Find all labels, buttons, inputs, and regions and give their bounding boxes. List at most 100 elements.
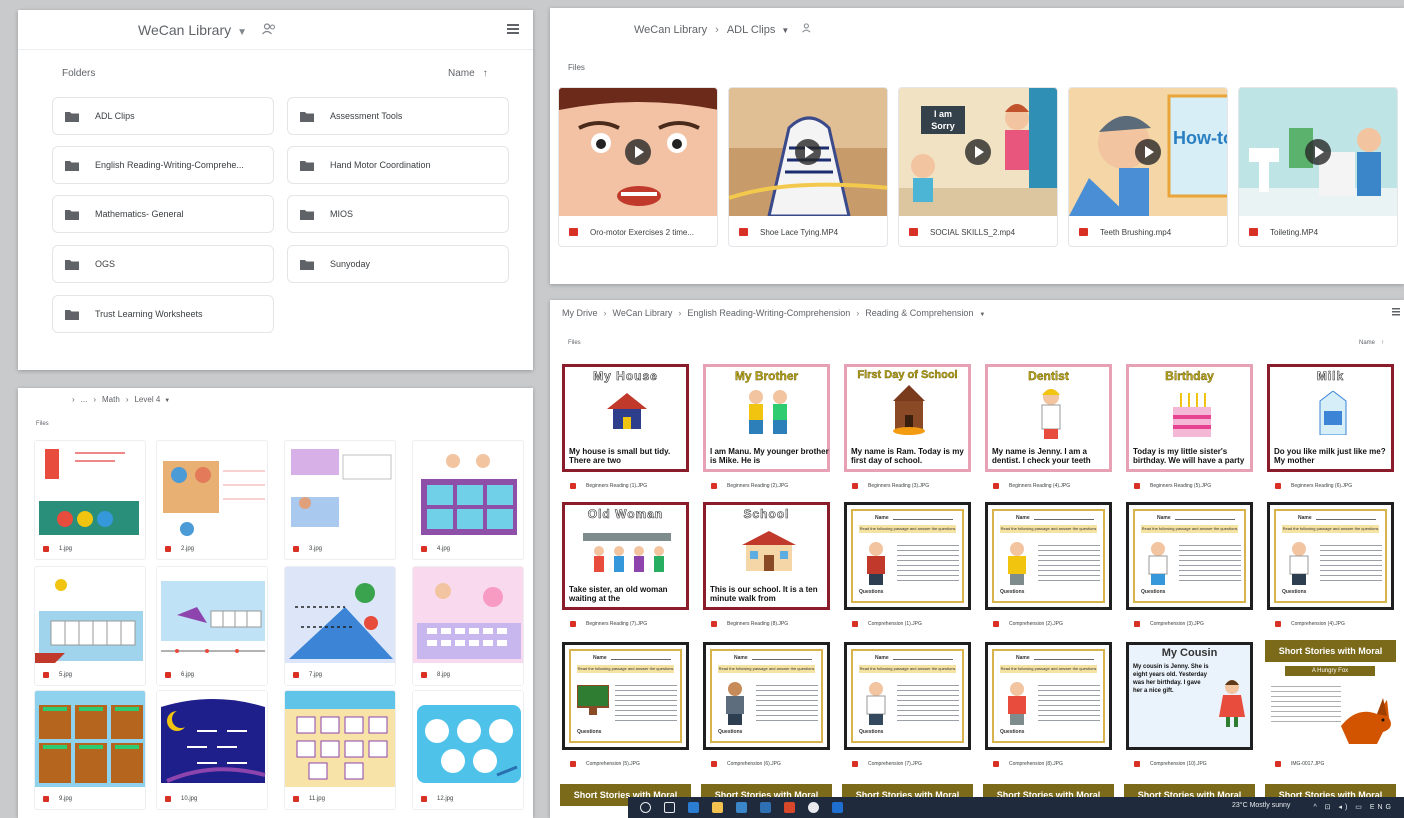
image-file-card[interactable]: Name Read the following passage and answ… [842, 640, 973, 774]
image-file-card[interactable]: Name Read the following passage and answ… [983, 640, 1114, 774]
breadcrumb-item[interactable]: English Reading-Writing-Comprehension [687, 308, 850, 318]
list-view-icon[interactable] [1392, 308, 1400, 316]
image-file-card[interactable]: Dentist My name is Jenny. I am a dentist… [983, 362, 1114, 496]
windows-taskbar: 23°C Mostly sunny ^ ⊡ ◂) ▭ ENG [628, 797, 1404, 818]
chevron-down-icon[interactable]: ▼ [781, 26, 789, 35]
folders-section-label: Folders [62, 68, 96, 79]
image-file-card[interactable]: School This is our school. It is a ten m… [701, 500, 832, 634]
play-icon[interactable] [1135, 139, 1161, 165]
files-section-label: Files [568, 63, 585, 72]
play-icon[interactable] [795, 139, 821, 165]
image-file-card[interactable]: Old Woman Take sister, an old woman wait… [560, 500, 691, 634]
folder-adl-clips[interactable]: ADL Clips [52, 97, 274, 135]
weather-widget[interactable]: 23°C Mostly sunny [1232, 802, 1290, 809]
image-file-card[interactable]: First Day of School My name is Ram. Toda… [842, 362, 973, 496]
image-file-card[interactable]: Birthday Today is my little sister's bir… [1124, 362, 1255, 496]
image-file-card[interactable]: Short Stories with Moral A Hungry Fox IM… [1265, 640, 1396, 774]
image-file-card[interactable]: Name Read the following passage and answ… [1265, 500, 1396, 634]
library-title-dropdown[interactable]: WeCan Library ▼ [138, 22, 247, 38]
store-icon[interactable] [736, 802, 747, 813]
image-file-card[interactable]: Name Read the following passage and answ… [560, 640, 691, 774]
play-icon[interactable] [1305, 139, 1331, 165]
search-icon[interactable] [640, 802, 651, 813]
worksheet-file-card[interactable]: 4.jpg [412, 440, 524, 560]
list-view-icon[interactable] [507, 24, 519, 34]
story-title: Birthday [1165, 369, 1214, 383]
image-file-card[interactable]: Name Read the following passage and answ… [701, 640, 832, 774]
image-file-card[interactable]: Name Read the following passage and answ… [842, 500, 973, 634]
sort-by-name-button[interactable]: Name ↑ [1359, 340, 1384, 346]
sort-by-name-button[interactable]: Name ↑ [448, 68, 488, 79]
breadcrumb-item[interactable]: Reading & Comprehension [865, 308, 973, 318]
mail-icon[interactable] [760, 802, 771, 813]
worksheet-file-card[interactable]: 1.jpg [34, 440, 146, 560]
worksheet-file-card[interactable]: 2.jpg [156, 440, 268, 560]
image-file-card[interactable]: My Brother I am Manu. My younger brother… [701, 362, 832, 496]
breadcrumb-item[interactable]: My Drive [562, 308, 598, 318]
arrow-up-icon: ↑ [482, 68, 488, 79]
character-illustration [726, 682, 744, 725]
breadcrumb-item[interactable]: ... [81, 395, 88, 404]
character-illustration [1008, 682, 1026, 725]
instruction-label: Read the following passage and answer th… [577, 665, 674, 673]
folder-assessment-tools[interactable]: Assessment Tools [287, 97, 509, 135]
video-file-card[interactable]: How-to Bri Teeth Brushing.mp4 [1068, 87, 1228, 247]
chevron-down-icon[interactable]: ▼ [164, 398, 170, 404]
image-file-card[interactable]: My Cousin My cousin is Jenny. She is eig… [1124, 640, 1255, 774]
photoshop-icon[interactable] [832, 802, 843, 813]
chevron-down-icon[interactable]: ▼ [979, 312, 985, 318]
story-title: Milk [1316, 369, 1345, 384]
image-file-card[interactable]: Name Read the following passage and answ… [983, 500, 1114, 634]
image-file-card[interactable]: Milk Do you like milk just like me? My m… [1265, 362, 1396, 496]
task-view-icon[interactable] [664, 802, 675, 813]
worksheet-file-card[interactable]: 12.jpg [412, 690, 524, 810]
worksheet-file-card[interactable]: 7.jpg [284, 566, 396, 686]
file-explorer-icon[interactable] [712, 802, 723, 813]
worksheet-file-card[interactable]: 5.jpg [34, 566, 146, 686]
breadcrumb-item[interactable]: Level 4 [134, 395, 160, 404]
image-file-icon [711, 483, 717, 489]
folder-sunyoday[interactable]: Sunyoday [287, 245, 509, 283]
video-filename: Oro-motor Exercises 2 time... [590, 227, 695, 237]
image-file-card[interactable]: My House My house is small but tidy. The… [560, 362, 691, 496]
edge-browser-icon[interactable] [688, 802, 699, 813]
video-file-icon [739, 228, 748, 236]
worksheet-file-card[interactable]: 10.jpg [156, 690, 268, 810]
folder-mios[interactable]: MIOS [287, 195, 509, 233]
folder-ogs[interactable]: OGS [52, 245, 274, 283]
shared-people-icon[interactable] [262, 23, 276, 35]
folder-hand-motor[interactable]: Hand Motor Coordination [287, 146, 509, 184]
video-file-card[interactable]: Oro-motor Exercises 2 time... [558, 87, 718, 247]
worksheet-file-card[interactable]: 9.jpg [34, 690, 146, 810]
worksheet-file-card[interactable]: 6.jpg [156, 566, 268, 686]
breadcrumb-item[interactable]: WeCan Library [613, 308, 673, 318]
video-file-card[interactable]: Shoe Lace Tying.MP4 [728, 87, 888, 247]
worksheet-file-card[interactable]: 11.jpg [284, 690, 396, 810]
worksheet-file-card[interactable]: 8.jpg [412, 566, 524, 686]
folder-english-reading[interactable]: English Reading-Writing-Comprehe... [52, 146, 274, 184]
worksheet-file-card[interactable]: 3.jpg [284, 440, 396, 560]
instruction-label: Read the following passage and answer th… [859, 525, 956, 533]
chrome-icon[interactable] [808, 802, 819, 813]
office-icon[interactable] [784, 802, 795, 813]
video-thumbnail: How-to Bri [1069, 88, 1227, 216]
shared-people-icon[interactable] [802, 23, 814, 33]
breadcrumb-item[interactable]: WeCan Library [634, 24, 707, 36]
folder-mathematics[interactable]: Mathematics- General [52, 195, 274, 233]
video-file-card[interactable]: Toileting.MP4 [1238, 87, 1398, 247]
questions-label: Questions [859, 589, 884, 595]
breadcrumb-item[interactable]: Math [102, 395, 120, 404]
story-title: My Brother [734, 369, 799, 383]
breadcrumb-item[interactable]: ADL Clips [727, 24, 776, 36]
play-icon[interactable] [625, 139, 651, 165]
folder-trust-learning[interactable]: Trust Learning Worksheets [52, 295, 274, 333]
folder-label: English Reading-Writing-Comprehe... [95, 160, 244, 170]
shared-folder-icon [300, 209, 314, 220]
image-file-card[interactable]: Name Read the following passage and answ… [1124, 500, 1255, 634]
school-building-illustration [742, 531, 796, 571]
system-tray[interactable]: ^ ⊡ ◂) ▭ ENG [1313, 803, 1394, 811]
play-icon[interactable] [965, 139, 991, 165]
breadcrumb: WeCan Library › ADL Clips ▼ [634, 23, 814, 36]
video-file-card[interactable]: I am Sorry SOCIAL SKILLS_2.mp4 [898, 87, 1058, 247]
file-thumbnail: Dentist My name is Jenny. I am a dentist… [983, 362, 1114, 474]
